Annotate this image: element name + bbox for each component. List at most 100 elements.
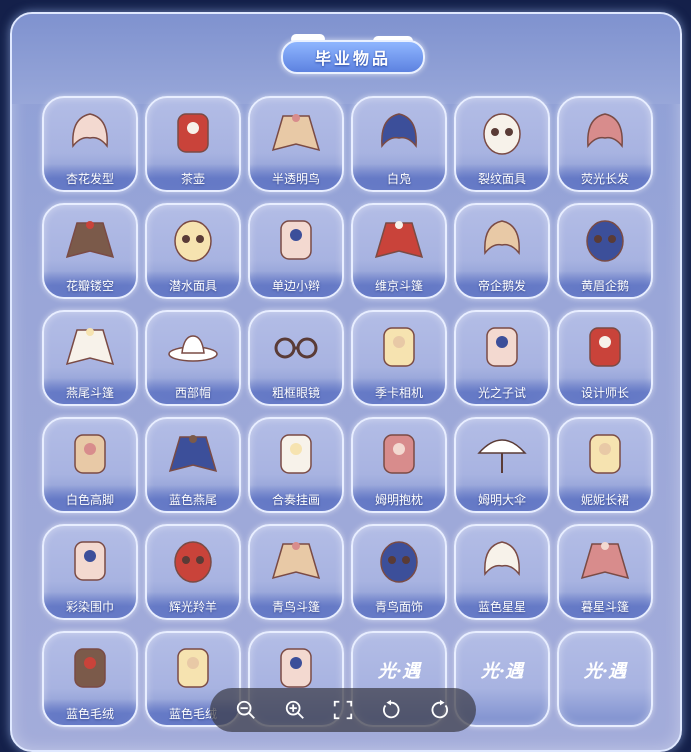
- sky-logo-icon: 光·遇: [578, 641, 632, 695]
- item-label: 设计师长: [559, 378, 651, 404]
- svg-text:光·遇: 光·遇: [480, 661, 525, 682]
- bird-hair-icon: [372, 106, 426, 160]
- item-slot[interactable]: 白凫: [351, 96, 447, 192]
- item-slot[interactable]: 半透明鸟: [248, 96, 344, 192]
- item-slot[interactable]: 西部帽: [145, 310, 241, 406]
- zoom-in-icon[interactable]: [282, 697, 308, 723]
- item-label: 蓝色星星: [456, 592, 548, 618]
- glasses-icon: [269, 320, 323, 374]
- item-label: 白凫: [353, 164, 445, 190]
- cracked-mask-icon: [475, 106, 529, 160]
- blue-cape-icon: [166, 427, 220, 481]
- item-label: 妮妮长裙: [559, 485, 651, 511]
- item-slot[interactable]: 杏花发型: [42, 96, 138, 192]
- moomin-pillow-icon: [372, 427, 426, 481]
- item-slot[interactable]: 季卡相机: [351, 310, 447, 406]
- item-label: 蓝色毛绒: [44, 699, 136, 725]
- star-hair-icon: [475, 534, 529, 588]
- petal-cape-icon: [63, 213, 117, 267]
- item-label: 西部帽: [147, 378, 239, 404]
- umbrella-icon: [475, 427, 529, 481]
- bluebird-mask-icon: [372, 534, 426, 588]
- diving-mask-icon: [166, 213, 220, 267]
- item-slot[interactable]: 光·遇: [557, 631, 653, 727]
- item-slot[interactable]: 维京斗篷: [351, 203, 447, 299]
- item-slot[interactable]: 辉光羚羊: [145, 524, 241, 620]
- item-label: 维京斗篷: [353, 271, 445, 297]
- item-label: 单边小辫: [250, 271, 342, 297]
- item-slot[interactable]: 荧光长发: [557, 96, 653, 192]
- zoom-out-icon[interactable]: [233, 697, 259, 723]
- item-label: 辉光羚羊: [147, 592, 239, 618]
- item-slot[interactable]: 青鸟面饰: [351, 524, 447, 620]
- penguin-mask-icon: [578, 213, 632, 267]
- item-label: 粗框眼镜: [250, 378, 342, 404]
- item-slot[interactable]: 帝企鹅发: [454, 203, 550, 299]
- title-badge: 毕业物品: [281, 34, 425, 74]
- item-slot[interactable]: 茶壶: [145, 96, 241, 192]
- item-label: 蓝色燕尾: [147, 485, 239, 511]
- item-slot[interactable]: 妮妮长裙: [557, 417, 653, 513]
- long-hair-icon: [578, 106, 632, 160]
- item-slot[interactable]: 黄眉企鹅: [557, 203, 653, 299]
- item-slot[interactable]: 光之子试: [454, 310, 550, 406]
- item-slot[interactable]: 单边小辫: [248, 203, 344, 299]
- item-slot[interactable]: 粗框眼镜: [248, 310, 344, 406]
- braid-icon: [269, 213, 323, 267]
- item-slot[interactable]: 蓝色燕尾: [145, 417, 241, 513]
- graduation-items-panel: 毕业物品 杏花发型 茶壶 半透明鸟 白凫 裂纹面具 荧光长发花瓣镂空 潜水面具 单边小辫 维京斗…: [10, 12, 682, 752]
- item-slot[interactable]: 姆明抱枕: [351, 417, 447, 513]
- item-label: 光之子试: [456, 378, 548, 404]
- sky-logo-icon: 光·遇: [372, 641, 426, 695]
- item-slot[interactable]: 裂纹面具: [454, 96, 550, 192]
- scarf-icon: [63, 534, 117, 588]
- fur-outfit-icon: [166, 641, 220, 695]
- dusk-cape-icon: [578, 534, 632, 588]
- sky-logo-icon: 光·遇: [475, 641, 529, 695]
- item-slot[interactable]: 青鸟斗篷: [248, 524, 344, 620]
- svg-text:光·遇: 光·遇: [377, 661, 422, 682]
- item-label: 彩染围巾: [44, 592, 136, 618]
- crab-horn-icon: [269, 641, 323, 695]
- item-slot[interactable]: 暮星斗篷: [557, 524, 653, 620]
- viking-cape-icon: [372, 213, 426, 267]
- item-slot[interactable]: 燕尾斗篷: [42, 310, 138, 406]
- item-slot[interactable]: 设计师长: [557, 310, 653, 406]
- dress-icon: [578, 427, 632, 481]
- item-label: 暮星斗篷: [559, 592, 651, 618]
- item-slot[interactable]: 蓝色星星: [454, 524, 550, 620]
- item-grid: 杏花发型 茶壶 半透明鸟 白凫 裂纹面具 荧光长发花瓣镂空 潜水面具 单边小辫 维京斗篷 帝企鹅发…: [42, 96, 653, 727]
- fullscreen-icon[interactable]: [330, 697, 356, 723]
- item-slot[interactable]: 潜水面具: [145, 203, 241, 299]
- piano-icon: [63, 427, 117, 481]
- image-viewer-toolbar: [210, 688, 476, 732]
- svg-text:光·遇: 光·遇: [583, 661, 628, 682]
- antelope-mask-icon: [166, 534, 220, 588]
- item-slot[interactable]: 彩染围巾: [42, 524, 138, 620]
- bluebird-cape-icon: [269, 534, 323, 588]
- item-slot[interactable]: 白色高脚: [42, 417, 138, 513]
- rotate-left-icon[interactable]: [378, 697, 404, 723]
- page-title: 毕业物品: [281, 40, 425, 74]
- item-label: 姆明抱枕: [353, 485, 445, 511]
- boots-icon: [63, 641, 117, 695]
- item-label: 青鸟面饰: [353, 592, 445, 618]
- child-statue-icon: [475, 320, 529, 374]
- rotate-right-icon[interactable]: [427, 697, 453, 723]
- item-label: 燕尾斗篷: [44, 378, 136, 404]
- item-label: 合奏挂画: [250, 485, 342, 511]
- bird-cape-icon: [269, 106, 323, 160]
- item-label: 帝企鹅发: [456, 271, 548, 297]
- cowboy-hat-icon: [166, 320, 220, 374]
- item-slot[interactable]: 花瓣镂空: [42, 203, 138, 299]
- item-slot[interactable]: 姆明大伞: [454, 417, 550, 513]
- item-label: 裂纹面具: [456, 164, 548, 190]
- item-label: 杏花发型: [44, 164, 136, 190]
- item-label: 黄眉企鹅: [559, 271, 651, 297]
- item-label: 花瓣镂空: [44, 271, 136, 297]
- teapot-icon: [166, 106, 220, 160]
- item-label: 半透明鸟: [250, 164, 342, 190]
- item-label: 白色高脚: [44, 485, 136, 511]
- item-slot[interactable]: 蓝色毛绒: [42, 631, 138, 727]
- item-slot[interactable]: 合奏挂画: [248, 417, 344, 513]
